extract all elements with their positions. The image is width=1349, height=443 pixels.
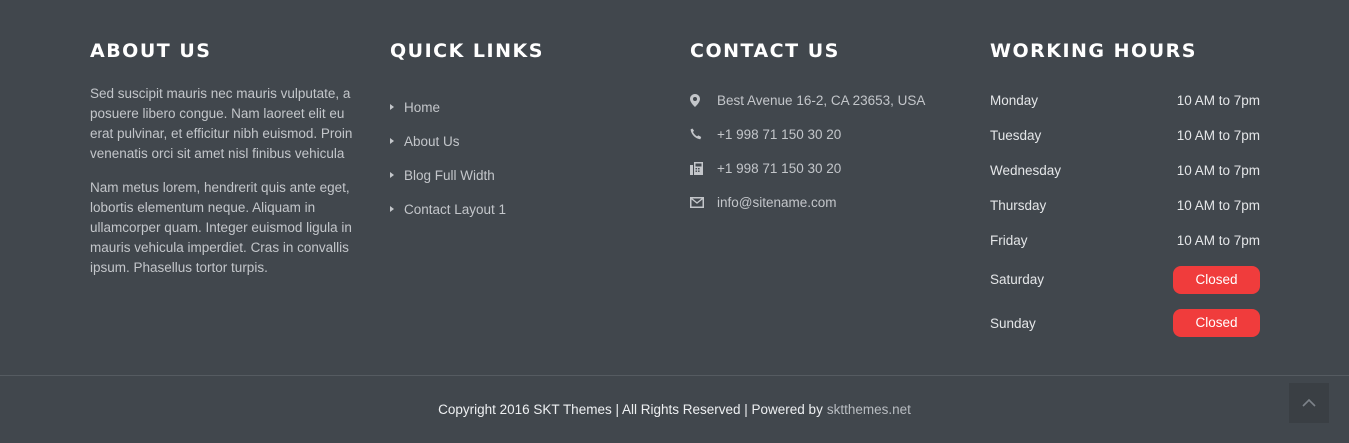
map-marker-icon <box>690 93 717 107</box>
hours-table: Monday 10 AM to 7pm Tuesday 10 AM to 7pm… <box>990 83 1260 345</box>
day-label: Friday <box>990 233 1028 248</box>
about-column: ABOUT US Sed suscipit mauris nec mauris … <box>90 38 360 278</box>
time-value: 10 AM to 7pm <box>1176 163 1260 178</box>
day-label: Wednesday <box>990 163 1062 178</box>
day-label: Saturday <box>990 272 1045 287</box>
time-value: 10 AM to 7pm <box>1176 198 1260 213</box>
caret-right-icon <box>390 172 394 178</box>
day-label: Thursday <box>990 198 1047 213</box>
quick-links-column: QUICK LINKS Home About Us Blog Full Widt… <box>390 38 660 226</box>
quick-link-blog-full-width[interactable]: Blog Full Width <box>390 158 660 192</box>
hours-row-saturday: Saturday Closed <box>990 259 1260 300</box>
caret-right-icon <box>390 138 394 144</box>
quick-links-list: Home About Us Blog Full Width Contact La… <box>390 90 660 226</box>
contact-fax: +1 998 71 150 30 20 <box>690 151 960 185</box>
phone-icon <box>690 128 717 140</box>
quick-link-label: About Us <box>404 133 460 149</box>
time-value: 10 AM to 7pm <box>1176 233 1260 248</box>
day-label: Sunday <box>990 315 1036 331</box>
hours-row-monday: Monday 10 AM to 7pm <box>990 83 1260 118</box>
hours-row-friday: Friday 10 AM to 7pm <box>990 223 1260 258</box>
quick-link-contact-layout-1[interactable]: Contact Layout 1 <box>390 192 660 226</box>
contact-address: Best Avenue 16-2, CA 23653, USA <box>690 83 960 117</box>
day-label: Monday <box>990 93 1039 108</box>
quick-link-label: Blog Full Width <box>404 167 495 183</box>
about-paragraph-2: Nam metus lorem, hendrerit quis ante ege… <box>90 180 352 275</box>
working-hours-column: WORKING HOURS Monday 10 AM to 7pm Tuesda… <box>990 38 1260 345</box>
working-hours-title: WORKING HOURS <box>990 40 1197 62</box>
contact-email-text: info@sitename.com <box>717 194 837 210</box>
closed-badge: Closed <box>1173 265 1260 294</box>
copyright-link[interactable]: sktthemes.net <box>827 402 911 417</box>
contact-address-text: Best Avenue 16-2, CA 23653, USA <box>717 92 926 108</box>
hours-row-wednesday: Wednesday 10 AM to 7pm <box>990 153 1260 188</box>
hours-row-sunday: Sunday Closed <box>990 301 1260 345</box>
time-value: 10 AM to 7pm <box>1176 128 1260 143</box>
quick-link-label: Contact Layout 1 <box>404 201 507 217</box>
quick-link-label: Home <box>404 99 441 115</box>
closed-badge: Closed <box>1173 309 1260 337</box>
quick-link-about-us[interactable]: About Us <box>390 124 660 158</box>
hours-row-thursday: Thursday 10 AM to 7pm <box>990 188 1260 223</box>
contact-column: CONTACT US Best Avenue 16-2, CA 23653, U… <box>690 38 960 219</box>
contact-fax-text: +1 998 71 150 30 20 <box>717 160 842 176</box>
quick-links-title: QUICK LINKS <box>390 40 544 62</box>
time-value: 10 AM to 7pm <box>1176 93 1260 108</box>
copyright-bar: Copyright 2016 SKT Themes | All Rights R… <box>0 376 1349 443</box>
contact-list: Best Avenue 16-2, CA 23653, USA +1 998 7… <box>690 83 960 219</box>
about-title: ABOUT US <box>90 40 212 62</box>
contact-email[interactable]: info@sitename.com <box>690 185 960 219</box>
about-paragraph-1: Sed suscipit mauris nec mauris vulputate… <box>90 86 353 161</box>
day-label: Tuesday <box>990 128 1042 143</box>
contact-title: CONTACT US <box>690 40 840 62</box>
contact-phone-text: +1 998 71 150 30 20 <box>717 126 842 142</box>
hours-row-tuesday: Tuesday 10 AM to 7pm <box>990 118 1260 153</box>
quick-link-home[interactable]: Home <box>390 90 660 124</box>
copyright-text: Copyright 2016 SKT Themes | All Rights R… <box>438 402 823 417</box>
scroll-to-top-button[interactable] <box>1289 383 1329 423</box>
caret-right-icon <box>390 206 394 212</box>
contact-phone: +1 998 71 150 30 20 <box>690 117 960 151</box>
fax-icon <box>690 161 717 175</box>
envelope-icon <box>690 196 717 208</box>
caret-right-icon <box>390 104 394 110</box>
chevron-up-icon <box>1302 394 1316 412</box>
footer-main: ABOUT US Sed suscipit mauris nec mauris … <box>0 0 1349 375</box>
